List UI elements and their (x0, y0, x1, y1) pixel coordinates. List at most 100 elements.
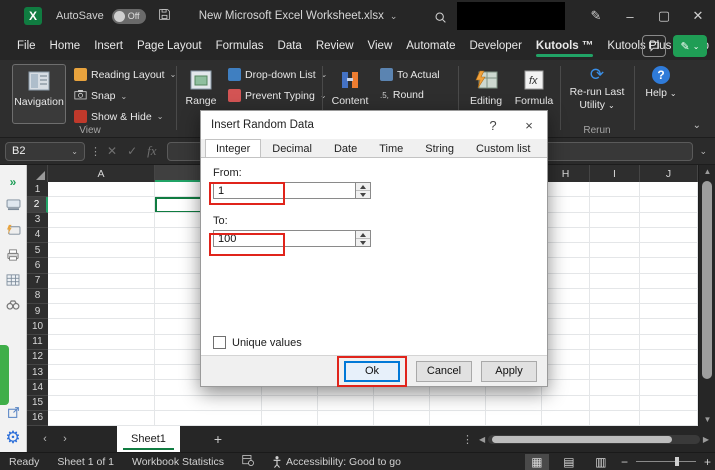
ribbon-tab-data[interactable]: Data (271, 34, 309, 59)
scroll-right-icon[interactable]: ▶ (703, 435, 709, 444)
dialog-close-button[interactable]: × (511, 118, 547, 133)
minimize-button[interactable]: – (613, 9, 647, 24)
zoom-in-button[interactable]: + (704, 455, 711, 469)
vertical-scrollbar[interactable]: ▲ ▼ (698, 165, 715, 426)
row-header-10[interactable]: 10 (27, 319, 48, 335)
cancel-button[interactable]: Cancel (416, 360, 472, 382)
accessibility-status[interactable]: Accessibility: Good to go (263, 456, 410, 468)
dialog-tab-custom-list[interactable]: Custom list (465, 139, 541, 157)
ribbon-tab-review[interactable]: Review (309, 34, 361, 59)
apply-button[interactable]: Apply (481, 360, 537, 382)
from-input[interactable]: 1 (213, 182, 356, 199)
ribbon-tab-formulas[interactable]: Formulas (209, 34, 271, 59)
ribbon-tab-home[interactable]: Home (43, 34, 88, 59)
dialog-title-bar[interactable]: Insert Random Data ? × (201, 111, 547, 139)
save-icon[interactable] (158, 8, 171, 24)
row-header-4[interactable]: 4 (27, 228, 48, 243)
select-all-corner[interactable] (27, 165, 48, 182)
row-header-11[interactable]: 11 (27, 335, 48, 350)
insert-function-icon[interactable]: fx (147, 143, 156, 159)
row-header-8[interactable]: 8 (27, 289, 48, 304)
sheet-tab-sheet1[interactable]: Sheet1 (117, 426, 180, 452)
from-spinner[interactable] (356, 182, 371, 199)
column-header-a[interactable]: A (48, 165, 155, 182)
horizontal-scrollbar[interactable]: ◀ ▶ (479, 433, 709, 445)
zoom-out-button[interactable]: − (621, 455, 628, 469)
ribbon-tab-view[interactable]: View (361, 34, 400, 59)
normal-view-button[interactable]: ▦ (524, 453, 549, 470)
row-header-9[interactable]: 9 (27, 304, 48, 320)
formula-bar-expand-icon[interactable]: ⌄ (699, 146, 707, 157)
snippets-pane-icon[interactable] (6, 224, 21, 238)
dialog-tab-date[interactable]: Date (323, 139, 368, 157)
row-header-16[interactable]: 16 (27, 411, 48, 426)
horizontal-scroll-thumb[interactable] (492, 435, 673, 443)
to-input[interactable]: 100 (213, 230, 356, 247)
open-external-icon[interactable] (7, 406, 20, 422)
row-header-6[interactable]: 6 (27, 258, 48, 274)
dialog-help-button[interactable]: ? (475, 118, 511, 133)
row-header-3[interactable]: 3 (27, 213, 48, 228)
dropdown-list-button[interactable]: Drop-down List ⌄ (228, 68, 327, 81)
page-layout-view-button[interactable]: ▤ (557, 454, 581, 470)
workbook-statistics[interactable]: Workbook Statistics (123, 456, 233, 468)
ribbon-tab-page-layout[interactable]: Page Layout (130, 34, 209, 59)
close-button[interactable]: ✕ (681, 8, 715, 24)
ribbon-tab-insert[interactable]: Insert (87, 34, 130, 59)
find-binoculars-icon[interactable] (6, 299, 20, 312)
comments-button[interactable] (642, 35, 666, 57)
column-header-j[interactable]: J (640, 165, 698, 182)
printer-icon[interactable] (6, 249, 20, 263)
confirm-entry-icon[interactable]: ✓ (127, 144, 137, 158)
search-icon[interactable] (423, 8, 457, 23)
collapse-ribbon-icon[interactable]: ⌄ (693, 120, 701, 131)
vertical-scroll-thumb[interactable] (702, 181, 712, 379)
dialog-tab-string[interactable]: String (414, 139, 465, 157)
display-settings-icon[interactable] (233, 454, 263, 469)
unique-values-checkbox[interactable] (213, 336, 226, 349)
add-sheet-button[interactable]: + (214, 431, 222, 447)
dialog-tab-integer[interactable]: Integer (205, 139, 262, 157)
help-button[interactable]: ? Help ⌄ (640, 62, 682, 103)
row-header-13[interactable]: 13 (27, 365, 48, 381)
worksheets-pane-icon[interactable] (6, 199, 21, 213)
maximize-button[interactable]: ▢ (647, 8, 681, 24)
to-spinner[interactable] (356, 230, 371, 247)
row-header-2[interactable]: 2 (27, 197, 48, 213)
settings-gear-icon[interactable]: ⚙ (5, 428, 20, 448)
ribbon-tab-file[interactable]: File (10, 34, 43, 59)
namebox-drag-dots[interactable]: ⋮ (90, 145, 102, 158)
prev-sheet-icon[interactable]: ‹ (35, 433, 55, 445)
row-header-14[interactable]: 14 (27, 380, 48, 396)
autosave-toggle[interactable]: Off (111, 8, 146, 24)
cancel-entry-icon[interactable]: ✕ (107, 144, 117, 158)
zoom-slider-thumb[interactable] (674, 457, 679, 466)
document-title[interactable]: New Microsoft Excel Worksheet.xlsx ⌄ (199, 10, 398, 22)
range-button[interactable]: Range (182, 64, 220, 111)
round-button[interactable]: .5, Round (380, 89, 424, 101)
scroll-up-icon[interactable]: ▲ (699, 167, 715, 176)
ribbon-tab-automate[interactable]: Automate (399, 34, 462, 59)
draw-pen-icon[interactable]: ✎ (579, 8, 613, 24)
spin-down-icon[interactable] (356, 239, 370, 246)
prevent-typing-button[interactable]: Prevent Typing ⌄ (228, 89, 327, 102)
name-box[interactable]: B2 ⌄ (5, 141, 85, 161)
share-button[interactable]: ✎ ⌄ (673, 35, 707, 57)
zoom-slider[interactable] (635, 457, 696, 466)
sheet-options-dots-icon[interactable]: ⋮ (462, 433, 473, 446)
column-list-pane-icon[interactable] (6, 274, 20, 288)
page-break-view-button[interactable]: ▥ (589, 454, 613, 470)
next-sheet-icon[interactable]: › (55, 433, 75, 445)
dialog-tab-time[interactable]: Time (368, 139, 414, 157)
scroll-down-icon[interactable]: ▼ (699, 415, 715, 424)
sheet-count-status[interactable]: Sheet 1 of 1 (48, 456, 123, 468)
dialog-tab-decimal[interactable]: Decimal (261, 139, 323, 157)
row-header-15[interactable]: 15 (27, 396, 48, 411)
excel-logo-icon[interactable]: X (24, 7, 42, 25)
editing-button[interactable]: Editing (464, 64, 508, 111)
pane-toggle-handle[interactable] (0, 345, 9, 405)
to-actual-button[interactable]: To Actual (380, 68, 440, 81)
ribbon-tab-developer[interactable]: Developer (462, 34, 528, 59)
ok-button[interactable]: Ok (344, 360, 400, 382)
ribbon-tab-kutools[interactable]: Kutools ™ (529, 34, 601, 59)
